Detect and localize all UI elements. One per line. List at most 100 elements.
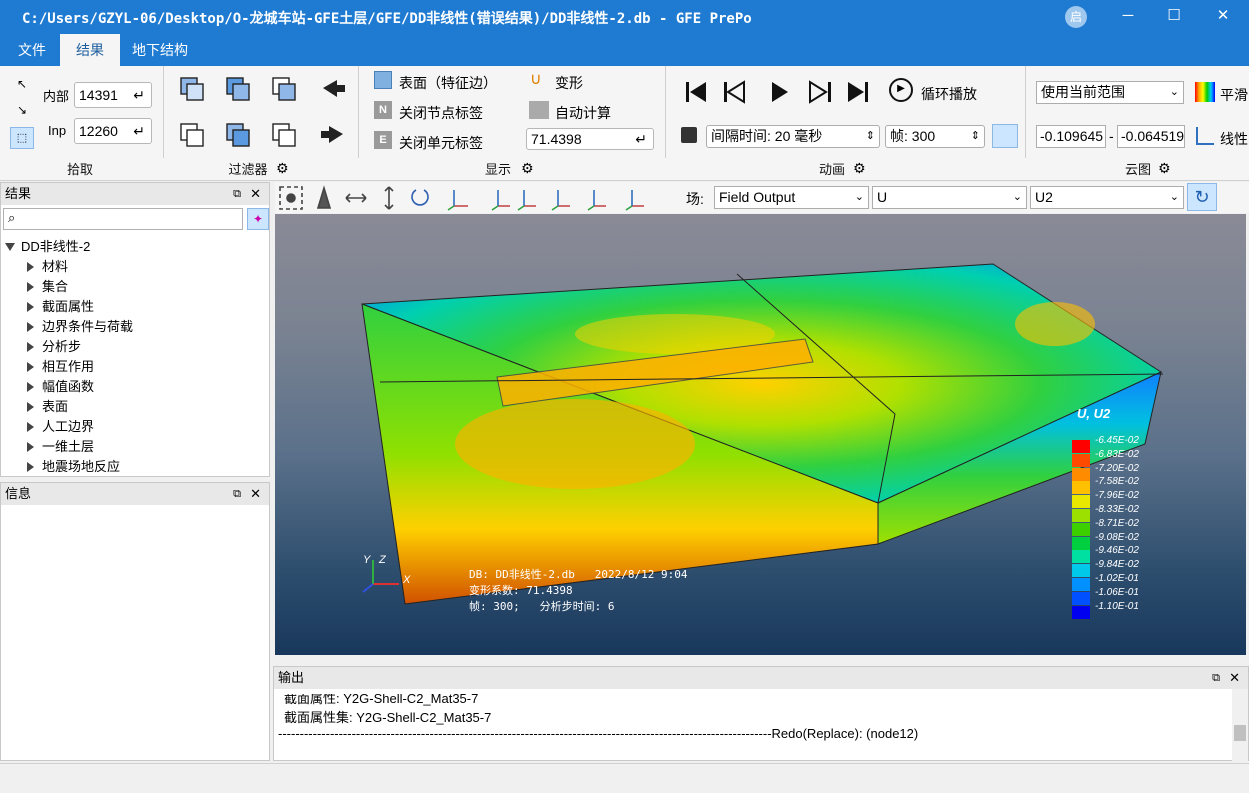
node-label-option[interactable]: 关闭节点标签 xyxy=(399,103,483,123)
collapse-arrow-icon[interactable] xyxy=(27,342,34,352)
tree-search-input[interactable]: ⌕ xyxy=(3,208,243,230)
deform-option[interactable]: 变形 xyxy=(555,73,583,93)
tree-root[interactable]: DD非线性-2 xyxy=(5,237,90,257)
search-field[interactable] xyxy=(24,210,239,228)
tree-item[interactable]: 幅值函数 xyxy=(27,377,267,397)
linear-icon xyxy=(1196,127,1214,145)
expand-icon[interactable] xyxy=(5,243,15,251)
legend-swatch xyxy=(1072,522,1090,536)
loop-play-option[interactable]: 循环播放 xyxy=(921,84,977,104)
pointer-icon[interactable]: ↖ xyxy=(17,77,27,91)
range-select[interactable]: 使用当前范围 ⌄ xyxy=(1036,81,1184,104)
max-value-input[interactable]: -0.064519 xyxy=(1117,125,1185,148)
scrollbar[interactable] xyxy=(1232,689,1248,761)
rainbow-icon xyxy=(1195,82,1215,102)
scrollbar-thumb[interactable] xyxy=(1234,725,1246,741)
tree-root-label: DD非线性-2 xyxy=(21,239,91,254)
tree-item-label: 集合 xyxy=(42,279,69,294)
min-value-input[interactable]: -0.109645 xyxy=(1036,125,1106,148)
maximize-button[interactable]: ☐ xyxy=(1151,0,1197,34)
tree-item[interactable]: 相互作用 xyxy=(27,357,267,377)
restore-icon[interactable]: ⧉ xyxy=(233,483,241,505)
surface-option[interactable]: 表面（特征边） xyxy=(399,73,497,93)
legend-swatch xyxy=(1072,550,1090,564)
close-icon[interactable]: ✕ xyxy=(250,183,261,205)
close-icon[interactable]: ✕ xyxy=(1229,667,1240,689)
refresh-icon[interactable]: ↻ xyxy=(1187,183,1217,211)
box-pick-icon[interactable]: ⬚ xyxy=(10,127,34,149)
view-tool-icons[interactable] xyxy=(278,184,678,212)
cloud-group-label: 云图 xyxy=(1124,162,1151,177)
auto-calc-option[interactable]: 自动计算 xyxy=(555,103,611,123)
chevron-down-icon: ⌄ xyxy=(854,191,864,203)
close-button[interactable]: ✕ xyxy=(1200,0,1246,34)
collapse-arrow-icon[interactable] xyxy=(27,282,34,292)
elem-label-option[interactable]: 关闭单元标签 xyxy=(399,133,483,153)
smooth-option[interactable]: 平滑 xyxy=(1220,85,1248,105)
tree-item[interactable]: 表面 xyxy=(27,397,267,417)
viewport[interactable]: U, U2 -6.45E-02 -6.83E-02 -7.20E-02 -7.58E-… xyxy=(275,214,1246,655)
cube-icon xyxy=(374,71,392,89)
tree-item[interactable]: 地震场地反应 xyxy=(27,457,267,477)
filter-icons[interactable] xyxy=(175,72,355,152)
point-pick-icon[interactable]: ↘ xyxy=(17,103,27,117)
minimize-button[interactable]: ─ xyxy=(1105,0,1151,34)
collapse-arrow-icon[interactable] xyxy=(27,302,34,312)
legend-swatch xyxy=(1072,481,1090,495)
legend-label: -9.08E-02 xyxy=(1095,531,1139,543)
collapse-arrow-icon[interactable] xyxy=(27,402,34,412)
tree-item[interactable]: 分析步 xyxy=(27,337,267,357)
collapse-arrow-icon[interactable] xyxy=(27,322,34,332)
collapse-arrow-icon[interactable] xyxy=(27,442,34,452)
save-icon[interactable] xyxy=(681,127,697,143)
axis-triad: X Y Z xyxy=(355,554,415,594)
gear-icon[interactable]: ⚙ xyxy=(276,160,289,177)
user-badge[interactable]: 启 xyxy=(1065,6,1087,28)
deform-scale-input[interactable]: 71.4398 ↵ xyxy=(526,128,654,150)
ribbon-separator xyxy=(163,66,164,158)
enter-icon: ↵ xyxy=(133,123,145,139)
tree-item[interactable]: 人工边界 xyxy=(27,417,267,437)
restore-icon[interactable]: ⧉ xyxy=(1212,667,1220,689)
legend-swatch xyxy=(1072,453,1090,467)
gear-icon[interactable]: ⚙ xyxy=(521,160,534,177)
lightbulb-icon[interactable]: ✦ xyxy=(247,208,269,230)
menu-file[interactable]: 文件 xyxy=(2,34,62,66)
gear-icon[interactable]: ⚙ xyxy=(853,160,866,177)
tree-item[interactable]: 集合 xyxy=(27,277,267,297)
variable-select[interactable]: U ⌄ xyxy=(872,186,1027,209)
collapse-arrow-icon[interactable] xyxy=(27,382,34,392)
legend-swatch xyxy=(1072,605,1090,619)
linear-option[interactable]: 线性 xyxy=(1220,129,1248,149)
playback-controls[interactable] xyxy=(684,78,884,106)
interval-input[interactable]: 间隔时间: 20 毫秒 ⇕ xyxy=(706,125,880,148)
legend-label: -9.46E-02 xyxy=(1095,545,1139,557)
ribbon-separator xyxy=(1025,66,1026,158)
collapse-arrow-icon[interactable] xyxy=(27,362,34,372)
filter-group-label: 过滤器 xyxy=(228,162,268,177)
collapse-arrow-icon[interactable] xyxy=(27,462,34,472)
frame-input[interactable]: 帧: 300 ⇕ xyxy=(885,125,985,148)
tree-item[interactable]: 边界条件与荷载 xyxy=(27,317,267,337)
close-icon[interactable]: ✕ xyxy=(250,483,261,505)
legend-title: U, U2 xyxy=(1077,406,1111,421)
export-icon[interactable] xyxy=(992,124,1018,148)
collapse-arrow-icon[interactable] xyxy=(27,262,34,272)
output-panel: 输出 ⧉ ✕ 截面属性: Y2G-Shell-C2_Mat35-7 截面属性集: Y… xyxy=(273,666,1249,761)
tree-item[interactable]: 材料 xyxy=(27,257,267,277)
legend-label: -6.45E-02 xyxy=(1095,435,1139,446)
inner-id-input[interactable]: 14391 ↵ xyxy=(74,82,152,108)
menu-underground[interactable]: 地下结构 xyxy=(116,34,204,66)
ribbon-separator xyxy=(358,66,359,158)
gear-icon[interactable]: ⚙ xyxy=(1158,160,1171,177)
field-select[interactable]: Field Output ⌄ xyxy=(714,186,869,209)
node-label-icon: N xyxy=(374,101,392,119)
tree-item[interactable]: 一维土层 xyxy=(27,437,267,457)
inp-id-input[interactable]: 12260 ↵ xyxy=(74,118,152,144)
collapse-arrow-icon[interactable] xyxy=(27,422,34,432)
component-select[interactable]: U2 ⌄ xyxy=(1030,186,1184,209)
restore-icon[interactable]: ⧉ xyxy=(233,183,241,205)
tree-item[interactable]: 截面属性 xyxy=(27,297,267,317)
min-value: -0.109645 xyxy=(1040,128,1104,144)
menu-results[interactable]: 结果 xyxy=(60,34,120,66)
